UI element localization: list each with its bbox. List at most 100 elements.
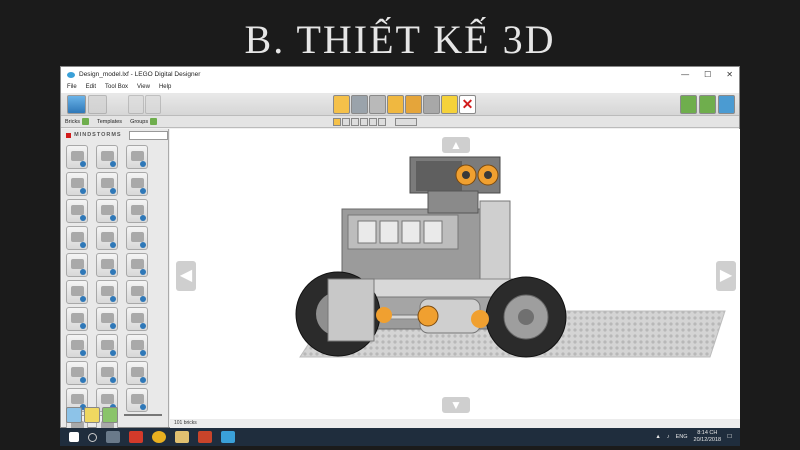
brick-item[interactable] bbox=[96, 334, 118, 358]
network-icon[interactable]: ▲ bbox=[655, 434, 660, 440]
palette-filter-icon[interactable] bbox=[102, 407, 118, 423]
rotate-down-button[interactable]: ▼ bbox=[442, 397, 470, 413]
shape-select-icon[interactable] bbox=[369, 118, 377, 126]
maximize-button[interactable]: ☐ bbox=[704, 67, 711, 82]
brick-item[interactable] bbox=[66, 172, 88, 196]
single-select-icon[interactable] bbox=[333, 118, 341, 126]
system-tray: ▲ ♪ ENG 8:14 CH 20/12/2018 ☐ bbox=[655, 428, 732, 446]
brick-item[interactable] bbox=[66, 334, 88, 358]
hinge-tool-icon[interactable] bbox=[369, 95, 386, 114]
file-explorer-icon[interactable] bbox=[175, 431, 189, 443]
brick-item[interactable] bbox=[126, 172, 148, 196]
brick-grid bbox=[62, 141, 168, 439]
brick-item[interactable] bbox=[66, 361, 88, 385]
multi-select-icon[interactable] bbox=[342, 118, 350, 126]
menu-bar: File Edit Tool Box View Help bbox=[61, 82, 739, 93]
brick-item[interactable] bbox=[66, 145, 88, 169]
paint-bucket-icon[interactable] bbox=[423, 95, 440, 114]
brick-item[interactable] bbox=[126, 253, 148, 277]
task-view-icon[interactable] bbox=[106, 431, 120, 443]
brick-item[interactable] bbox=[66, 307, 88, 331]
undo-icon[interactable] bbox=[128, 95, 144, 114]
menu-view[interactable]: View bbox=[137, 82, 150, 93]
window-title: Design_model.lxf - LEGO Digital Designer bbox=[79, 71, 201, 78]
tab-templates[interactable]: Templates bbox=[93, 119, 126, 125]
hinge-align-tool-icon[interactable] bbox=[387, 95, 404, 114]
lego-logo-icon bbox=[66, 132, 72, 138]
flex-tool-icon[interactable] bbox=[405, 95, 422, 114]
menu-file[interactable]: File bbox=[67, 82, 77, 93]
minimize-button[interactable]: — bbox=[681, 67, 689, 82]
brick-item[interactable] bbox=[96, 280, 118, 304]
clock[interactable]: 8:14 CH 20/12/2018 bbox=[694, 430, 722, 444]
brick-item[interactable] bbox=[96, 307, 118, 331]
brick-item[interactable] bbox=[66, 280, 88, 304]
brick-item[interactable] bbox=[66, 199, 88, 223]
menu-toolbox[interactable]: Tool Box bbox=[105, 82, 128, 93]
palette-view-icon[interactable] bbox=[66, 407, 82, 423]
brick-item[interactable] bbox=[96, 199, 118, 223]
color-picker-icon[interactable] bbox=[395, 118, 417, 126]
brick-item[interactable] bbox=[96, 361, 118, 385]
robot-model bbox=[295, 156, 567, 358]
app-window: Design_model.lxf - LEGO Digital Designer… bbox=[60, 66, 740, 439]
brick-item[interactable] bbox=[126, 361, 148, 385]
delete-x-icon[interactable]: ✕ bbox=[459, 95, 476, 114]
brick-item[interactable] bbox=[96, 172, 118, 196]
view-mode-icon[interactable] bbox=[699, 95, 716, 114]
brick-item[interactable] bbox=[126, 307, 148, 331]
menu-edit[interactable]: Edit bbox=[86, 82, 96, 93]
brick-palette: MINDSTORMS bbox=[62, 129, 169, 439]
brick-item[interactable] bbox=[126, 334, 148, 358]
rotate-right-button[interactable]: ▶ bbox=[716, 261, 736, 291]
3d-viewport[interactable]: ▲ ◀ ▶ ▼ bbox=[170, 129, 740, 419]
powerpoint-icon[interactable] bbox=[198, 431, 212, 443]
tab-bricks[interactable]: Bricks bbox=[61, 118, 93, 125]
language-indicator[interactable]: ENG bbox=[676, 434, 688, 440]
arrow-select-icon[interactable] bbox=[333, 95, 350, 114]
clock-time: 8:14 CH bbox=[697, 430, 718, 436]
brick-item[interactable] bbox=[126, 226, 148, 250]
search-icon[interactable] bbox=[88, 432, 97, 442]
close-button[interactable]: ✕ bbox=[726, 67, 733, 82]
selection-subtools bbox=[333, 118, 417, 126]
model-render bbox=[295, 156, 726, 358]
palette-sort-icon[interactable] bbox=[84, 407, 100, 423]
save-icon[interactable] bbox=[88, 95, 107, 114]
rotate-left-button[interactable]: ◀ bbox=[176, 261, 196, 291]
color-select-icon[interactable] bbox=[360, 118, 368, 126]
rotate-up-button[interactable]: ▲ bbox=[442, 137, 470, 153]
brick-item[interactable] bbox=[126, 280, 148, 304]
brick-item[interactable] bbox=[66, 253, 88, 277]
slide-title: B. THIẾT KẾ 3D bbox=[244, 17, 556, 62]
clone-tool-icon[interactable] bbox=[351, 95, 368, 114]
palette-search-input[interactable] bbox=[128, 130, 168, 140]
invert-select-icon[interactable] bbox=[378, 118, 386, 126]
pdf-app-icon[interactable] bbox=[129, 431, 143, 443]
mindstorms-label: MINDSTORMS bbox=[74, 132, 122, 138]
brick-item[interactable] bbox=[96, 145, 118, 169]
volume-icon[interactable]: ♪ bbox=[667, 434, 670, 440]
mindstorms-header: MINDSTORMS bbox=[62, 129, 168, 141]
palette-size-slider[interactable] bbox=[124, 414, 162, 416]
lego-taskbar-icon[interactable] bbox=[221, 431, 235, 443]
clock-date: 20/12/2018 bbox=[693, 437, 722, 443]
build-mode-icon[interactable] bbox=[680, 95, 697, 114]
windows-start-icon[interactable] bbox=[69, 432, 79, 442]
chrome-icon[interactable] bbox=[152, 431, 166, 443]
connected-select-icon[interactable] bbox=[351, 118, 359, 126]
title-bar: Design_model.lxf - LEGO Digital Designer… bbox=[61, 67, 739, 82]
brick-item[interactable] bbox=[126, 145, 148, 169]
home-icon[interactable] bbox=[67, 95, 86, 114]
notification-icon[interactable]: ☐ bbox=[727, 434, 732, 440]
redo-icon[interactable] bbox=[145, 95, 161, 114]
menu-help[interactable]: Help bbox=[159, 82, 171, 93]
instructions-mode-icon[interactable] bbox=[718, 95, 735, 114]
brick-item[interactable] bbox=[66, 226, 88, 250]
tab-groups[interactable]: Groups bbox=[126, 118, 161, 125]
group-tab-icon bbox=[150, 118, 158, 125]
brick-item[interactable] bbox=[96, 253, 118, 277]
brick-item[interactable] bbox=[96, 226, 118, 250]
hide-tool-icon[interactable] bbox=[441, 95, 458, 114]
brick-item[interactable] bbox=[126, 199, 148, 223]
